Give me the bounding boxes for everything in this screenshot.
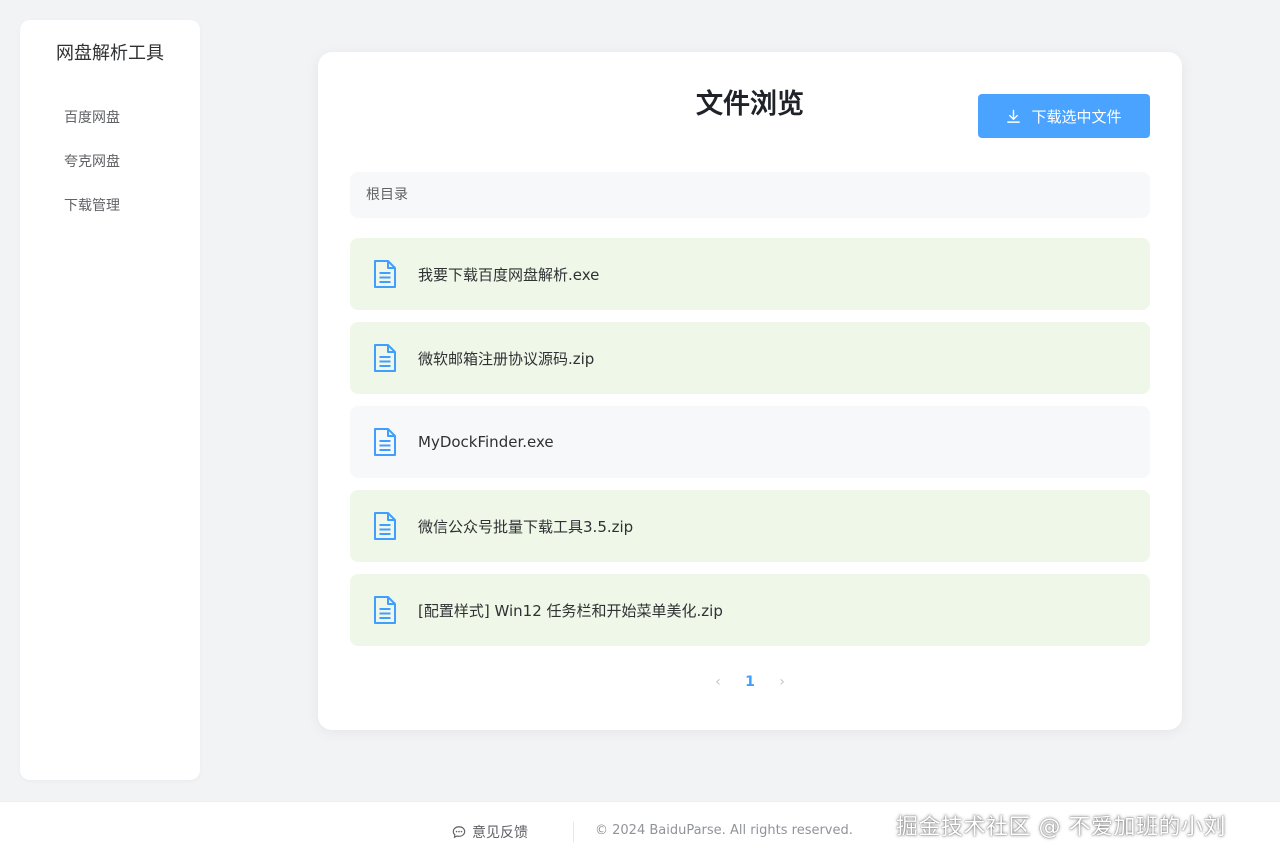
sidebar-menu: 百度网盘 夸克网盘 下载管理 xyxy=(20,96,200,228)
app-title: 网盘解析工具 xyxy=(56,43,164,64)
file-row[interactable]: [配置样式] Win12 任务栏和开始菜单美化.zip xyxy=(350,574,1150,646)
file-list: 我要下载百度网盘解析.exe 微软邮箱注册协议源码.zip MyDockFind… xyxy=(350,238,1150,658)
file-doc-icon xyxy=(372,343,398,373)
file-name: MyDockFinder.exe xyxy=(418,433,554,451)
breadcrumb-root[interactable]: 根目录 xyxy=(366,187,408,203)
file-name: 微信公众号批量下载工具3.5.zip xyxy=(418,517,634,536)
file-row[interactable]: 微信公众号批量下载工具3.5.zip xyxy=(350,490,1150,562)
sidebar-item-quark[interactable]: 夸克网盘 xyxy=(20,140,200,184)
file-row[interactable]: 我要下载百度网盘解析.exe xyxy=(350,238,1150,310)
file-row[interactable]: 微软邮箱注册协议源码.zip xyxy=(350,322,1150,394)
file-doc-icon xyxy=(372,259,398,289)
pagination: ‹ 1 › xyxy=(318,670,1182,694)
file-doc-icon xyxy=(372,595,398,625)
footer-divider xyxy=(573,822,574,842)
download-selected-label: 下载选中文件 xyxy=(1031,107,1122,126)
next-page-button[interactable]: › xyxy=(775,674,789,690)
sidebar: 网盘解析工具 百度网盘 夸克网盘 下载管理 xyxy=(20,20,200,780)
file-doc-icon xyxy=(372,427,398,457)
feedback-link[interactable]: 意见反馈 xyxy=(452,821,528,843)
download-icon xyxy=(1007,109,1021,123)
file-name: [配置样式] Win12 任务栏和开始菜单美化.zip xyxy=(418,601,723,620)
chat-bubble-icon xyxy=(452,826,466,839)
file-doc-icon xyxy=(372,511,398,541)
page-1-button[interactable]: 1 xyxy=(743,674,757,690)
prev-page-button[interactable]: ‹ xyxy=(711,674,725,690)
file-name: 微软邮箱注册协议源码.zip xyxy=(418,349,595,368)
watermark: 掘金技术社区 @ 不爱加班的小刘 xyxy=(896,815,1226,840)
breadcrumb: 根目录 xyxy=(350,172,1150,218)
copyright-text: © 2024 BaiduParse. All rights reserved. xyxy=(595,823,853,838)
file-browser-panel: 文件浏览 下载选中文件 根目录 我要下载百度网盘解析.exe 微软邮箱注册协议源… xyxy=(318,52,1182,730)
sidebar-item-baidu[interactable]: 百度网盘 xyxy=(20,96,200,140)
download-selected-button[interactable]: 下载选中文件 xyxy=(978,94,1150,138)
feedback-label: 意见反馈 xyxy=(472,825,528,841)
file-name: 我要下载百度网盘解析.exe xyxy=(418,265,600,284)
file-row[interactable]: MyDockFinder.exe xyxy=(350,406,1150,478)
sidebar-item-downloads[interactable]: 下载管理 xyxy=(20,184,200,228)
